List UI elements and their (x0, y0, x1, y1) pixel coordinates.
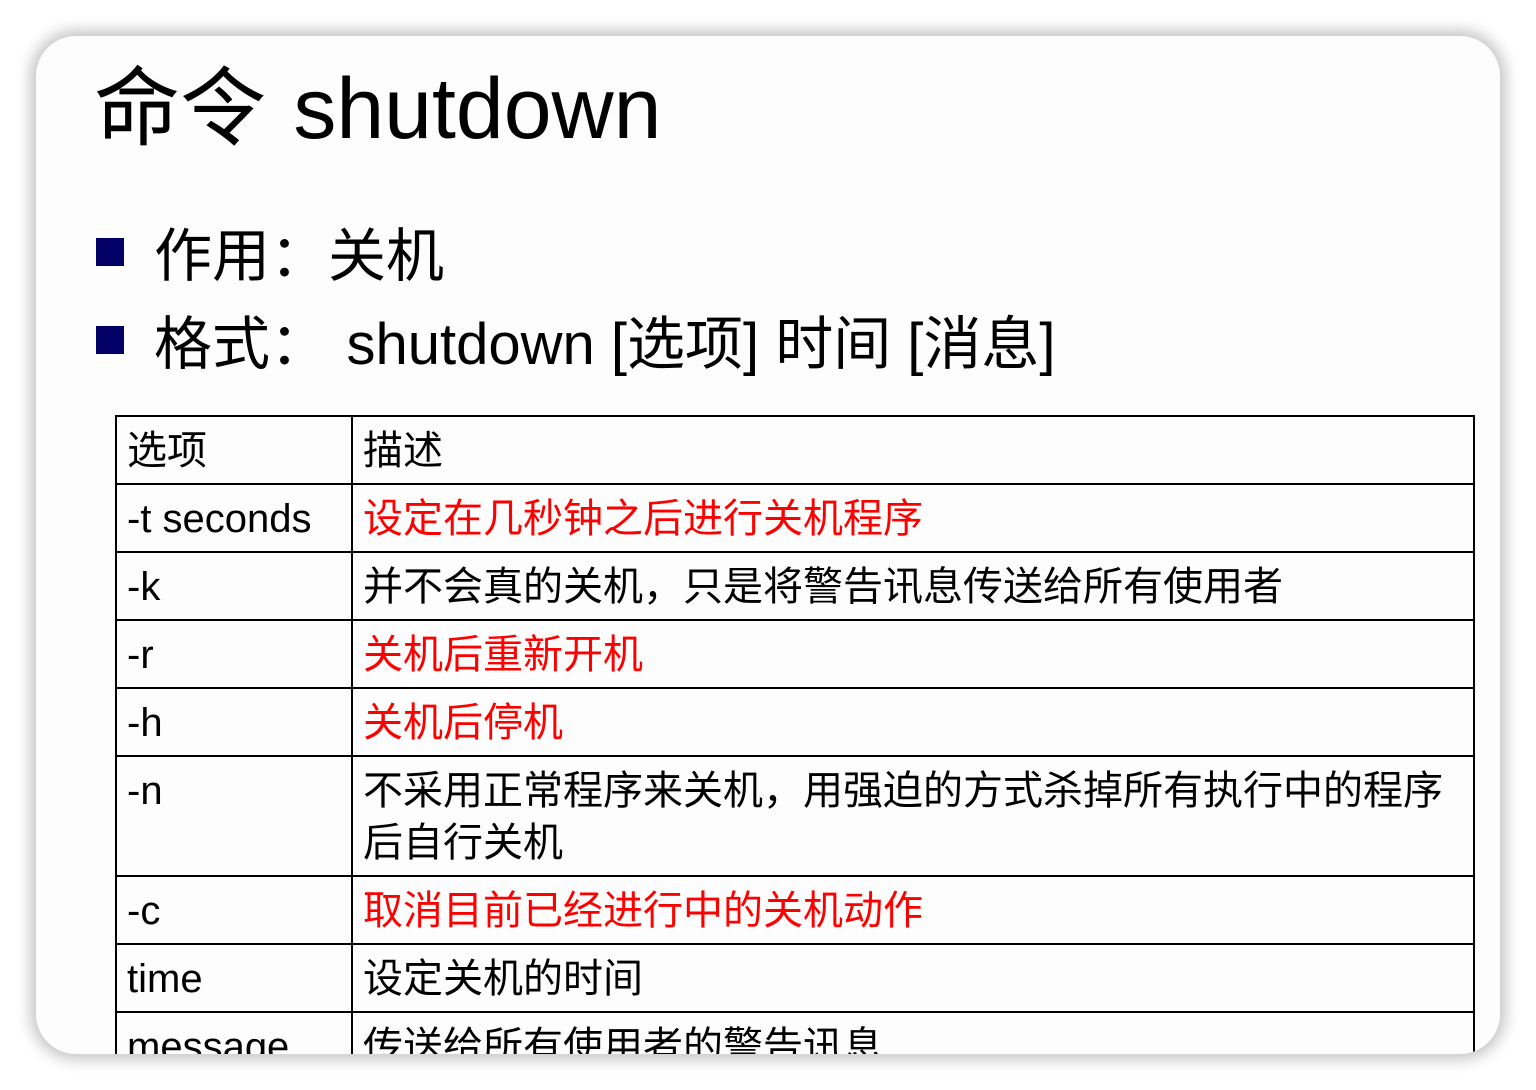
title-command: shutdown (293, 61, 662, 157)
table-row: -t seconds 设定在几秒钟之后进行关机程序 (115, 483, 1475, 553)
row-description: 并不会真的关机，只是将警告讯息传送给所有使用者 (351, 551, 1475, 621)
row-option: -n (115, 755, 353, 877)
table-row: message 传送给所有使用者的警告讯息 (115, 1011, 1475, 1054)
table-row: -h 关机后停机 (115, 687, 1475, 757)
row-option: -h (115, 687, 353, 757)
square-bullet-icon (96, 326, 124, 354)
row-option: -k (115, 551, 353, 621)
table-header-row: 选项 描述 (115, 415, 1475, 485)
row-description: 不采用正常程序来关机，用强迫的方式杀掉所有执行中的程序后自行关机 (351, 755, 1475, 877)
row-option: -t seconds (115, 483, 353, 553)
slide: 命令 shutdown 作用：关机 格式： shutdown [选项] 时间 [… (36, 36, 1500, 1054)
table-row: time 设定关机的时间 (115, 943, 1475, 1013)
row-description: 取消目前已经进行中的关机动作 (351, 875, 1475, 945)
table-row: -r 关机后重新开机 (115, 619, 1475, 689)
options-table: 选项 描述 -t seconds 设定在几秒钟之后进行关机程序 -k 并不会真的… (115, 415, 1475, 1054)
bullet-purpose: 作用：关机 (94, 212, 1056, 300)
row-description: 设定在几秒钟之后进行关机程序 (351, 483, 1475, 553)
slide-title: 命令 shutdown (94, 54, 662, 164)
bullet-list: 作用：关机 格式： shutdown [选项] 时间 [消息] (94, 212, 1056, 388)
header-option: 选项 (115, 415, 353, 485)
row-option: message (115, 1011, 353, 1054)
row-description: 关机后停机 (351, 687, 1475, 757)
row-description: 设定关机的时间 (351, 943, 1475, 1013)
bullet-purpose-text: 关机 (328, 222, 445, 290)
table-row: -n 不采用正常程序来关机，用强迫的方式杀掉所有执行中的程序后自行关机 (115, 755, 1475, 877)
row-option: -r (115, 619, 353, 689)
bullet-purpose-label: 作用： (154, 222, 329, 290)
row-option: -c (115, 875, 353, 945)
bullet-format-label: 格式： (154, 310, 329, 378)
row-description: 传送给所有使用者的警告讯息 (351, 1011, 1475, 1054)
table-row: -k 并不会真的关机，只是将警告讯息传送给所有使用者 (115, 551, 1475, 621)
row-option: time (115, 943, 353, 1013)
bullet-format: 格式： shutdown [选项] 时间 [消息] (94, 300, 1056, 388)
title-chinese: 命令 (94, 59, 266, 159)
table-row: -c 取消目前已经进行中的关机动作 (115, 875, 1475, 945)
bullet-format-text: shutdown [选项] 时间 [消息] (346, 312, 1056, 377)
header-description: 描述 (351, 415, 1475, 485)
row-description: 关机后重新开机 (351, 619, 1475, 689)
square-bullet-icon (96, 238, 124, 266)
